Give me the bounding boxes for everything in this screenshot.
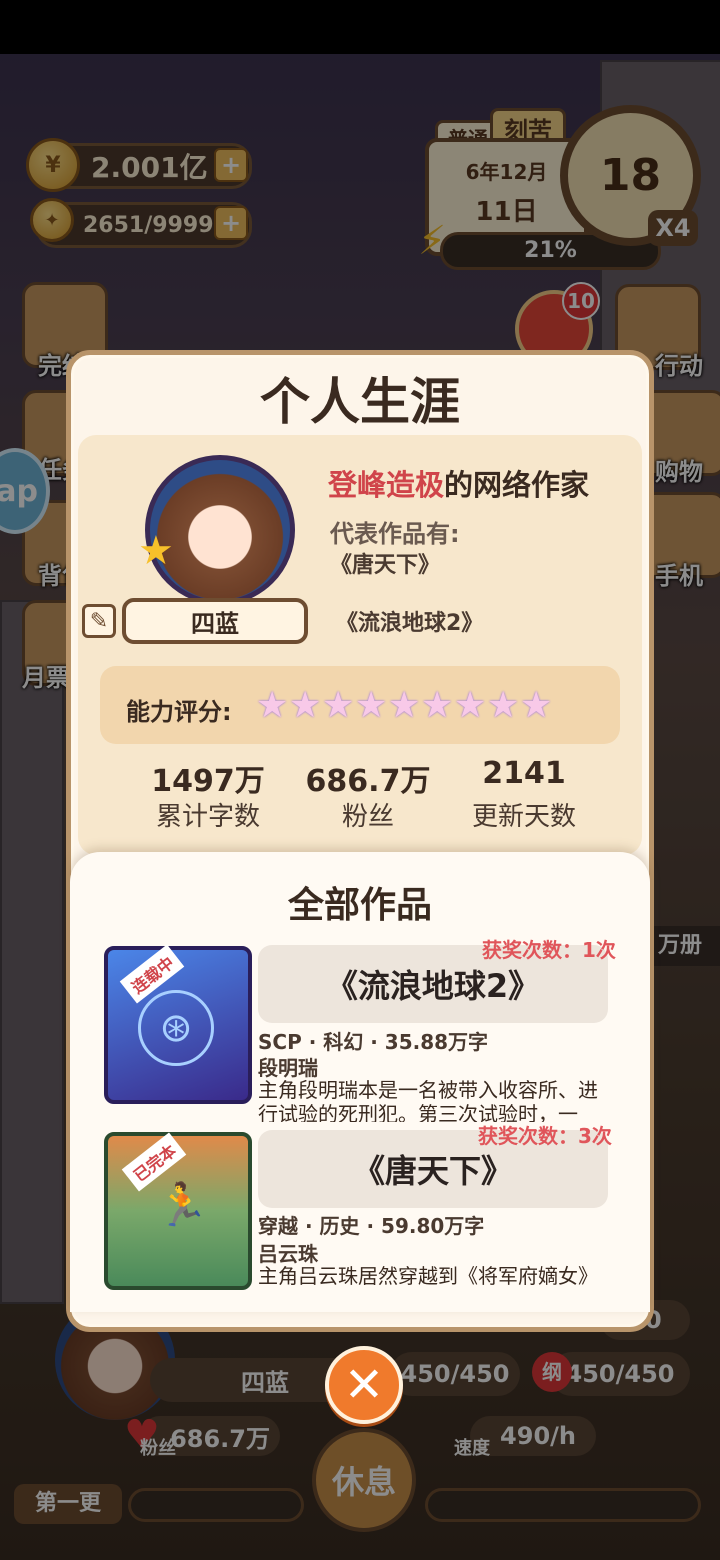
runner-icon: 🏃 xyxy=(156,1180,209,1229)
star-icon: ★ xyxy=(289,685,322,726)
award-count-1: 获奖次数：1次 xyxy=(482,938,616,962)
star-icon: ★ xyxy=(487,685,520,726)
rank-rest: 的网络作家 xyxy=(444,468,590,502)
star-icon: ★ xyxy=(256,685,289,726)
star-icon: ★ xyxy=(421,685,454,726)
rep-work-1[interactable]: 《唐天下》 xyxy=(330,547,440,579)
rep-work-2[interactable]: 《流浪地球2》 xyxy=(336,605,483,637)
stat-words-label: 累计字数 xyxy=(155,802,260,832)
ability-label: 能力评分: xyxy=(126,698,232,726)
edit-icon[interactable]: ✎ xyxy=(82,604,116,638)
star-icon: ★ xyxy=(322,685,355,726)
stat-fans-value: 686.7万 xyxy=(305,764,431,799)
close-icon: ✕ xyxy=(343,1357,385,1413)
close-button[interactable]: ✕ xyxy=(325,1346,403,1424)
player-name: 四蓝 xyxy=(191,609,239,638)
scp-emblem-icon: ⊛ xyxy=(138,990,214,1066)
works-title: 全部作品 xyxy=(287,885,432,926)
work-desc-2: 主角吕云珠居然穿越到《将军府嫡女》中，成了有缘暂经，没了作用充爱的 xyxy=(258,1264,598,1290)
stat-days-label: 更新天数 xyxy=(471,802,576,832)
star-icon: ★ xyxy=(388,685,421,726)
star-icon: ★ xyxy=(355,685,388,726)
work-meta-2: 穿越 · 历史 · 59.80万字 xyxy=(258,1214,485,1238)
work-author-1: 段明瑞 xyxy=(258,1056,318,1080)
star-decoration-icon: ★ xyxy=(138,528,174,574)
award-count-2: 获奖次数：3次 xyxy=(478,1124,612,1148)
player-name-field[interactable]: 四蓝 xyxy=(122,598,308,644)
work-meta-1: SCP · 科幻 · 35.88万字 xyxy=(258,1030,489,1054)
work-author-2: 吕云珠 xyxy=(258,1242,318,1266)
rank-line: 登峰造极的网络作家 xyxy=(328,462,589,504)
star-icon: ★ xyxy=(454,685,487,726)
status-bar xyxy=(0,0,720,54)
stat-words-value: 1497万 xyxy=(151,764,265,799)
ability-stars: ★ ★ ★ ★ ★ ★ ★ ★ ★ xyxy=(256,685,553,726)
stat-fans-label: 粉丝 xyxy=(341,802,394,832)
rep-works-label: 代表作品有: xyxy=(330,520,460,548)
star-icon: ★ xyxy=(520,685,553,726)
rank-highlight: 登峰造极 xyxy=(328,468,445,502)
dialog-title: 个人生涯 xyxy=(260,373,460,431)
work-desc-1: 主角段明瑞本是一名被带入收容所、进行试验的死刑犯。第三次试验时，一 xyxy=(258,1078,598,1122)
stat-days-value: 2141 xyxy=(482,756,566,791)
